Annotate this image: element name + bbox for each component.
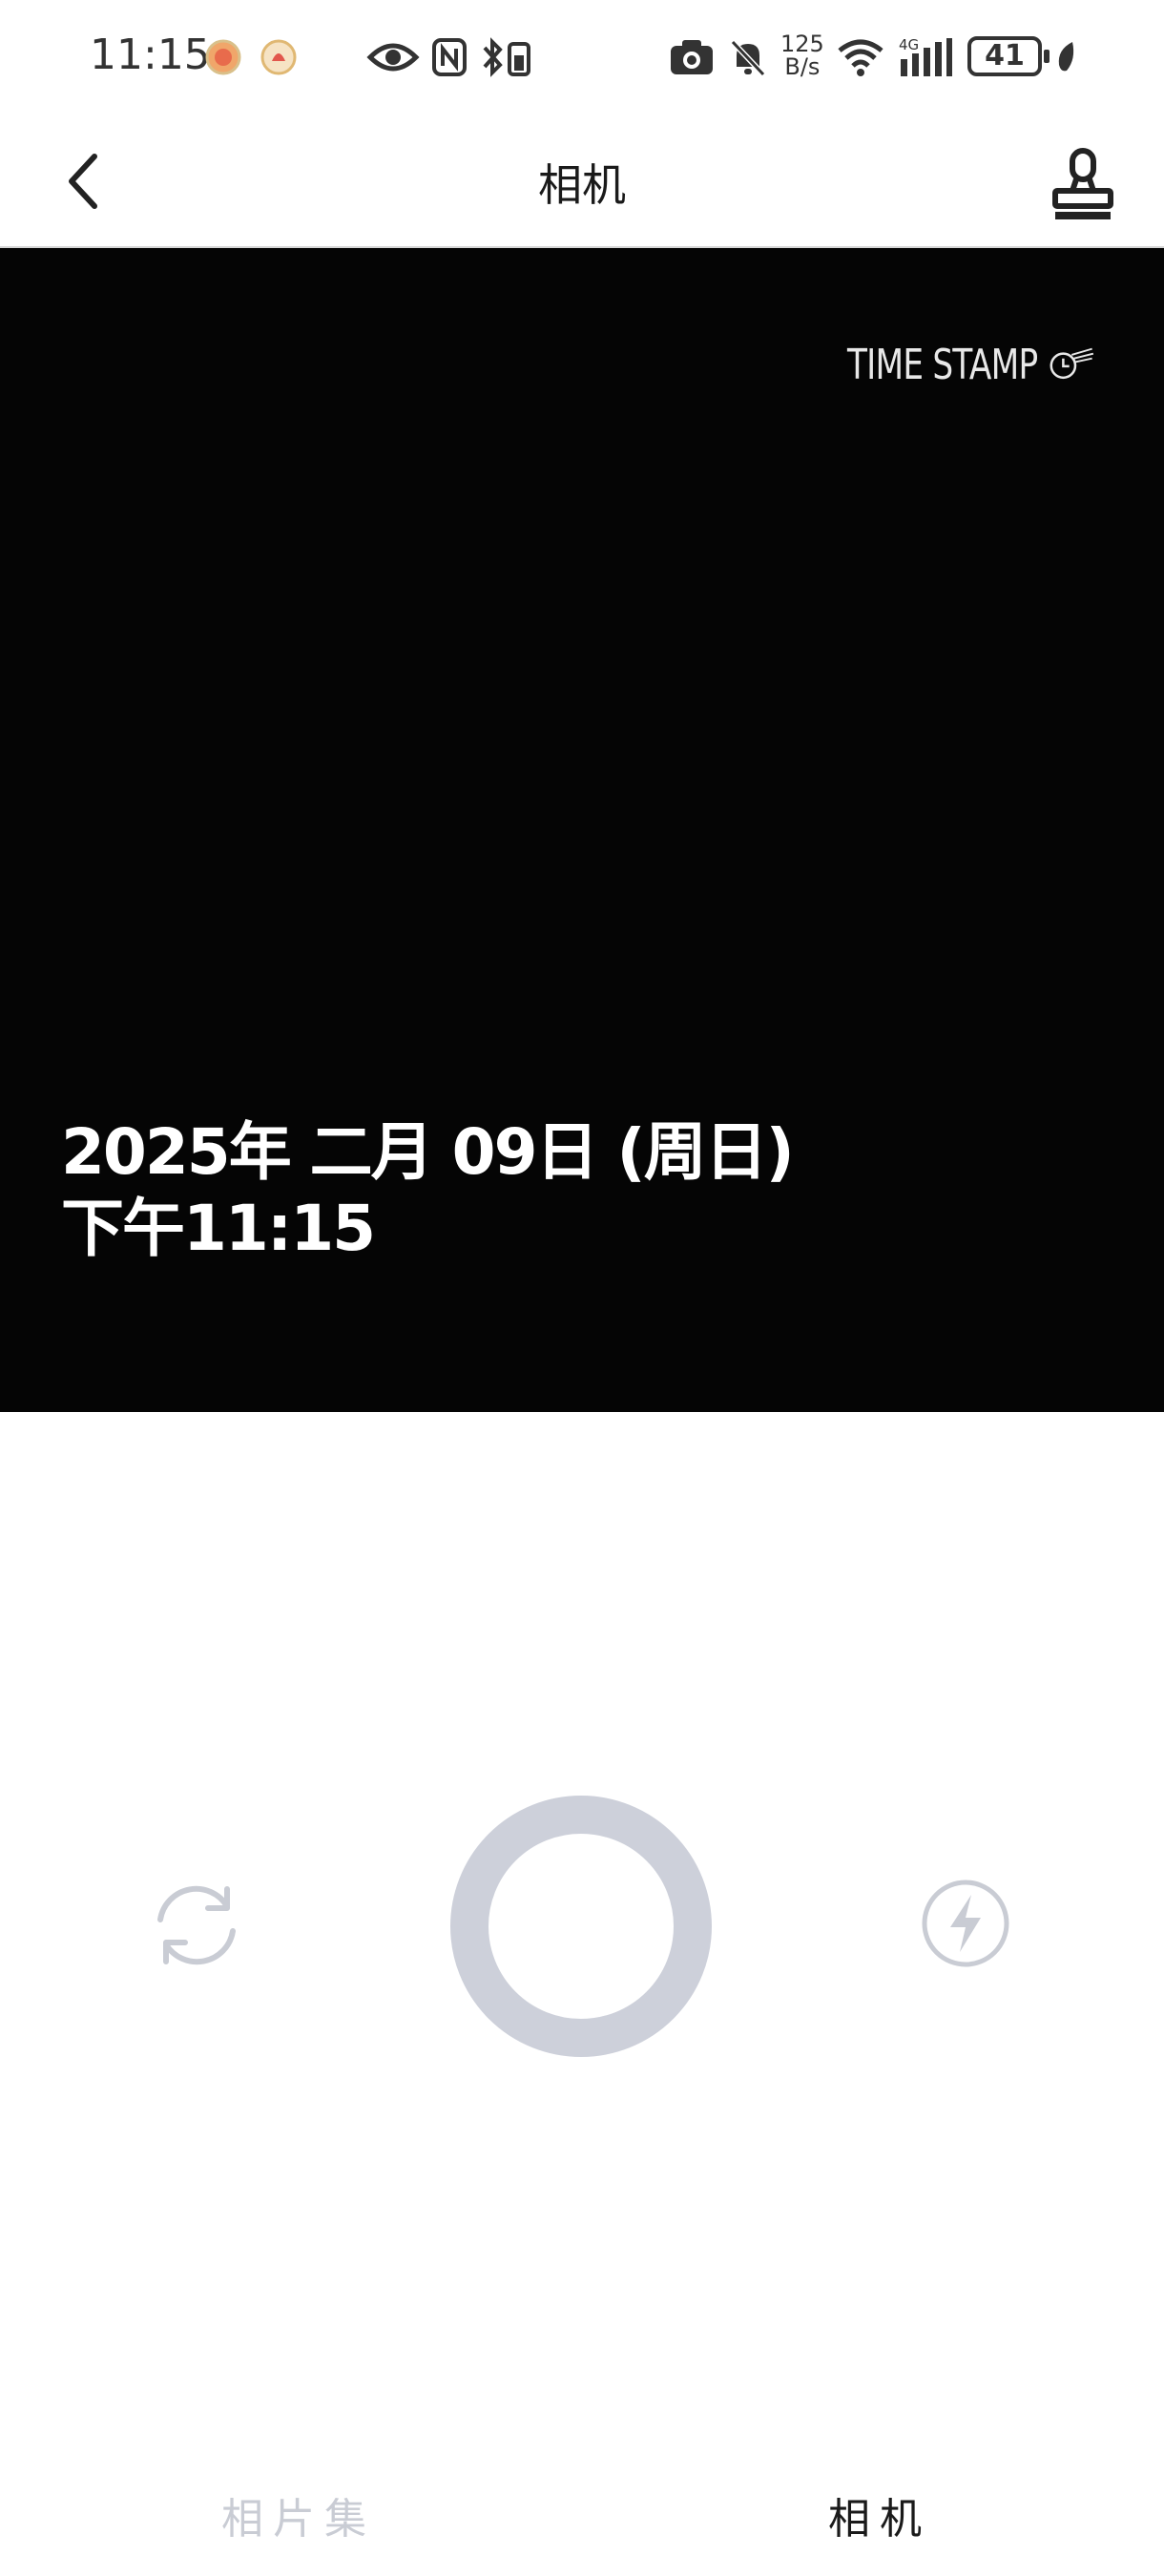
network-speed-value: 125 bbox=[780, 31, 824, 57]
timestamp-overlay: 2025年 二月 09日 (周日) 下午11:15 bbox=[61, 1114, 795, 1267]
stamp-icon bbox=[1052, 148, 1113, 219]
tab-album[interactable]: 相片集 bbox=[221, 2484, 376, 2545]
bottom-tab-bar: 相片集 相机 bbox=[0, 2442, 1164, 2576]
time-stamp-logo-text: TIME STAMP bbox=[847, 340, 1038, 389]
switch-camera-button[interactable] bbox=[149, 1878, 244, 1973]
bluetooth-battery-icon bbox=[479, 36, 534, 78]
camera-in-use-icon bbox=[668, 36, 716, 78]
wifi-icon bbox=[836, 36, 885, 78]
app-notification-icon bbox=[204, 36, 242, 78]
app-notification-icon bbox=[260, 36, 298, 78]
time-stamp-logo: TIME STAMP bbox=[847, 326, 1095, 403]
tab-camera[interactable]: 相机 bbox=[828, 2484, 931, 2545]
leaf-icon bbox=[1055, 36, 1076, 78]
network-speed: 125 B/s bbox=[780, 32, 824, 78]
camera-controls bbox=[0, 1412, 1164, 2433]
mute-bell-icon bbox=[727, 36, 769, 78]
flash-icon bbox=[922, 1880, 1009, 1967]
eye-icon bbox=[366, 36, 420, 78]
battery-indicator: 41 bbox=[967, 36, 1050, 76]
network-speed-unit: B/s bbox=[784, 53, 821, 80]
clock-icon bbox=[1050, 347, 1093, 380]
shutter-button[interactable] bbox=[450, 1796, 712, 2057]
status-time: 11:15 bbox=[90, 31, 211, 79]
switch-camera-icon bbox=[157, 1885, 236, 1965]
app-header: 相机 bbox=[0, 114, 1164, 248]
cellular-signal-icon: 4G bbox=[897, 36, 954, 78]
page-title: 相机 bbox=[538, 159, 626, 211]
network-type-label: 4G bbox=[899, 36, 919, 53]
camera-preview[interactable]: TIME STAMP 2025年 二月 09日 (周日) 下午11:15 bbox=[0, 248, 1164, 1412]
nfc-icon bbox=[431, 36, 468, 78]
flash-button[interactable] bbox=[920, 1878, 1011, 1969]
timestamp-date: 2025年 二月 09日 (周日) bbox=[61, 1115, 795, 1189]
stamp-settings-button[interactable] bbox=[1044, 141, 1122, 229]
timestamp-time: 下午11:15 bbox=[61, 1192, 376, 1265]
status-bar: 11:15 125 B/s 4G 41 bbox=[0, 0, 1164, 114]
